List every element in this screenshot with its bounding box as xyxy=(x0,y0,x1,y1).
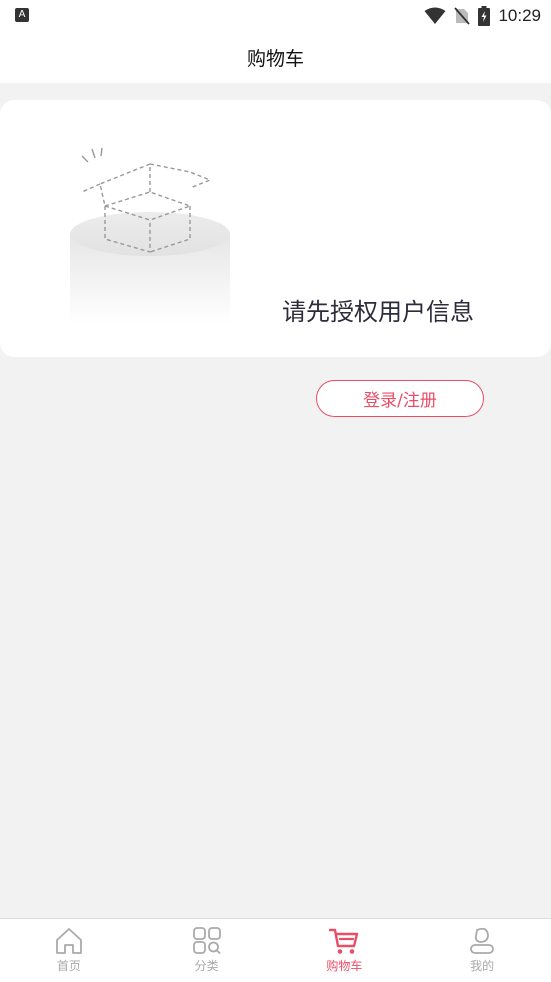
tab-home[interactable]: 首页 xyxy=(0,919,138,982)
wifi-icon xyxy=(424,7,446,24)
clock: 10:29 xyxy=(498,6,541,25)
tab-home-label: 首页 xyxy=(56,959,81,973)
tab-category-label: 分类 xyxy=(194,959,219,973)
home-icon xyxy=(55,928,82,954)
tab-cart[interactable]: 购物车 xyxy=(276,919,414,982)
notification-icon: A xyxy=(15,8,29,22)
page-header: 购物车 xyxy=(0,32,551,83)
login-register-button[interactable]: 登录/注册 xyxy=(316,380,484,417)
battery-charging-icon xyxy=(478,6,491,26)
bottom-tab-bar: 首页 分类 购物车 我的 xyxy=(0,918,551,982)
empty-cart-card: 请先授权用户信息 登录/注册 xyxy=(0,100,551,417)
profile-icon xyxy=(470,927,495,954)
authorize-prompt: 请先授权用户信息 xyxy=(282,298,474,326)
cart-icon xyxy=(329,928,359,954)
category-icon xyxy=(192,927,221,955)
tab-profile[interactable]: 我的 xyxy=(413,919,551,982)
no-sim-icon xyxy=(454,7,471,25)
tab-profile-label: 我的 xyxy=(470,959,495,973)
status-bar: A 10:29 xyxy=(0,0,551,32)
tab-category[interactable]: 分类 xyxy=(138,919,276,982)
tab-cart-label: 购物车 xyxy=(326,959,363,973)
page-title: 购物车 xyxy=(246,48,304,70)
status-icons: 10:29 xyxy=(424,4,541,28)
empty-box-illustration xyxy=(70,147,230,324)
